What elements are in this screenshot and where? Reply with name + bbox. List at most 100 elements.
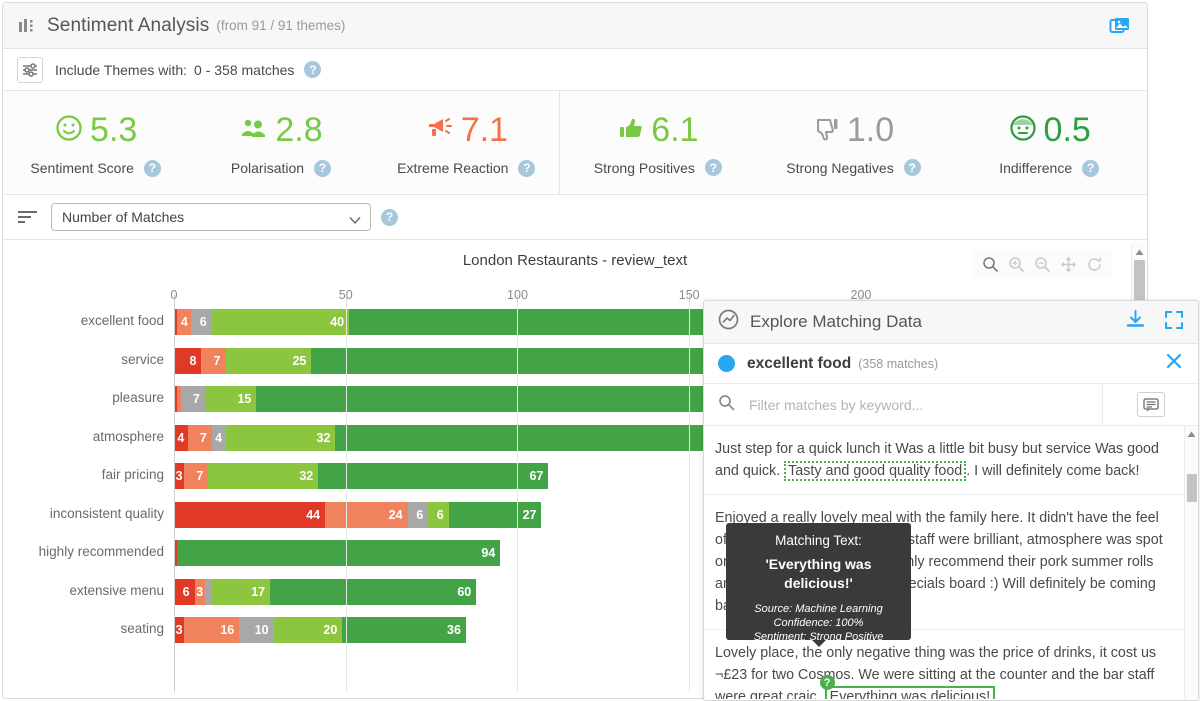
metric-label: Sentiment Score [30, 160, 134, 176]
bar-segment[interactable]: 4 [211, 424, 226, 451]
metric-strong-positives: 6.1 Strong Positives ? [560, 91, 756, 194]
pan-icon[interactable] [1056, 253, 1080, 275]
bar-segment[interactable]: 32 [225, 424, 336, 451]
metric-sentiment-score: 5.3 Sentiment Score ? [3, 91, 188, 194]
tooltip-source: Source: Machine Learning [754, 603, 883, 615]
bar-segment[interactable]: 4 [177, 309, 192, 335]
scroll-up-icon[interactable] [1132, 245, 1146, 259]
explore-filter-left [704, 384, 1103, 425]
reset-icon[interactable] [1082, 253, 1106, 275]
matched-text-highlight[interactable]: Tasty and good quality food [784, 461, 967, 481]
chart-category-label: seating [120, 621, 164, 636]
bar-segment[interactable]: 60 [270, 578, 477, 605]
stacked-bar[interactable]: 3 16 10 20 36 [174, 617, 466, 643]
bar-segment[interactable]: 67 [318, 463, 549, 489]
images-icon[interactable] [1103, 10, 1137, 42]
bar-segment[interactable] [204, 578, 212, 605]
theme-color-dot [718, 355, 735, 372]
help-icon-sentiment-score[interactable]: ? [143, 159, 161, 177]
help-icon-strong-negatives[interactable]: ? [903, 159, 921, 176]
bar-segment[interactable]: 6 [191, 309, 212, 335]
bar-segment[interactable]: 7 [187, 424, 212, 451]
bar-segment[interactable]: 7 [184, 463, 209, 489]
bar-segment[interactable]: 7 [201, 347, 226, 374]
metric-label: Indifference [999, 160, 1073, 176]
bar-segment[interactable]: 20 [273, 617, 343, 643]
bar-segment[interactable]: 6 [407, 501, 429, 528]
close-icon[interactable] [1164, 351, 1184, 376]
help-icon-indifference[interactable]: ? [1082, 159, 1100, 177]
zoom-select-icon[interactable] [978, 253, 1002, 275]
bar-segment[interactable]: 16 [184, 617, 240, 643]
bar-segment[interactable]: 32 [208, 463, 319, 489]
download-icon[interactable] [1125, 309, 1146, 335]
metric-value: 2.8 [275, 111, 323, 149]
stacked-bar[interactable]: 94 [174, 540, 501, 566]
help-icon-include-themes[interactable]: ? [304, 61, 322, 78]
stacked-bar[interactable]: 6 3 17 60 [174, 578, 477, 605]
chart-category-label: service [121, 351, 164, 367]
bar-segment[interactable]: 4 [174, 424, 188, 451]
bar-segment[interactable]: 44 [174, 501, 326, 528]
metric-label: Polarisation [230, 160, 305, 176]
expand-icon[interactable] [1164, 310, 1184, 335]
stacked-bar[interactable]: 44 24 6 6 27 [174, 501, 542, 528]
bar-segment[interactable]: 25 [225, 347, 312, 374]
bar-segment[interactable]: 6 [428, 501, 449, 528]
neutral-face-icon [1008, 113, 1038, 148]
bar-segment[interactable]: 27 [448, 501, 542, 528]
explore-scrollbar[interactable] [1184, 426, 1197, 699]
bar-segment[interactable]: 7 [180, 386, 205, 412]
people-icon [239, 113, 269, 148]
bar-segment[interactable]: 36 [342, 617, 466, 643]
bar-segment[interactable]: 94 [177, 540, 501, 566]
include-themes-range[interactable]: 0 - 358 matches [194, 62, 294, 78]
zoom-in-icon[interactable] [1004, 253, 1028, 275]
smiley-face-icon [54, 113, 84, 148]
filter-matches-input[interactable] [747, 395, 997, 414]
sort-select[interactable]: Number of Matches [51, 203, 371, 231]
metric-label: Extreme Reaction [397, 160, 509, 176]
bar-segment[interactable]: 3 [174, 617, 185, 643]
chart-scrollbar-thumb[interactable] [1134, 260, 1145, 300]
zoom-out-icon[interactable] [1030, 253, 1054, 275]
chart-category-label: highly recommended [38, 544, 164, 559]
help-icon-extreme-reaction[interactable]: ? [518, 159, 536, 177]
match-help-icon[interactable]: ? [819, 675, 835, 690]
match-list-item[interactable]: Just step for a quick lunch it Was a lit… [704, 426, 1198, 495]
metric-value: 5.3 [90, 111, 138, 149]
metric-polarisation: 2.8 Polarisation ? [188, 91, 373, 194]
bar-segment[interactable]: 17 [211, 578, 271, 605]
sliders-icon[interactable] [17, 56, 43, 83]
include-themes-filterbar: Include Themes with: 0 - 358 matches ? [3, 49, 1147, 91]
bar-segment[interactable]: 10 [239, 617, 274, 643]
bar-segment[interactable]: 6 [174, 578, 195, 605]
x-axis-tick [174, 295, 175, 302]
bar-segment[interactable]: 15 [204, 386, 257, 412]
x-axis-tick [345, 295, 347, 302]
bar-segment[interactable]: 40 [211, 309, 350, 335]
help-icon-polarisation[interactable]: ? [314, 159, 332, 177]
tooltip-arrow [811, 640, 826, 647]
metric-strong-negatives: 1.0 Strong Negatives ? [756, 91, 952, 194]
explore-scroll-up-icon[interactable] [1185, 428, 1198, 441]
chart-category-label: fair pricing [101, 467, 164, 482]
comment-icon[interactable] [1136, 392, 1165, 417]
stacked-bar[interactable]: 3 7 32 67 [174, 463, 549, 489]
chart-category-label: excellent food [80, 313, 164, 328]
chart-category-label: extensive menu [69, 582, 164, 598]
chart-gridline [345, 302, 347, 692]
explore-scrollbar-thumb[interactable] [1187, 474, 1197, 502]
bar-segment[interactable]: 24 [325, 501, 408, 528]
bar-segment[interactable]: 3 [174, 463, 185, 489]
chart-category-label: atmosphere [92, 428, 164, 444]
bar-segment[interactable]: 3 [194, 578, 205, 605]
help-icon-strong-positives[interactable]: ? [704, 159, 722, 176]
matched-text-highlight[interactable]: Everything was delicious!? [819, 675, 996, 699]
help-icon-sort[interactable]: ? [381, 208, 398, 226]
x-axis-tick [517, 295, 519, 302]
metric-value: 6.1 [651, 111, 699, 149]
tooltip-text: 'Everything was delicious!' [765, 556, 872, 591]
bar-segment[interactable]: 8 [174, 347, 202, 374]
explore-panel-header: Explore Matching Data [704, 301, 1198, 344]
